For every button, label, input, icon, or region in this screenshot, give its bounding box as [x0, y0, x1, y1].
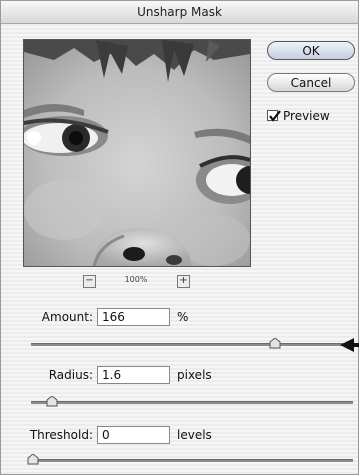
radius-unit: pixels — [177, 368, 212, 382]
plus-icon: + — [179, 275, 188, 286]
checkmark-icon — [269, 110, 281, 122]
radius-slider-thumb[interactable] — [46, 396, 58, 407]
preview-image[interactable] — [23, 39, 251, 267]
ok-button[interactable]: OK — [267, 41, 355, 60]
zoom-in-button[interactable]: + — [177, 275, 190, 288]
amount-unit: % — [177, 310, 189, 324]
unsharp-mask-dialog: Unsharp Mask − 100% + OK Cancel Preview … — [0, 0, 359, 475]
amount-label: Amount: — [41, 310, 93, 324]
radius-field[interactable]: 1.6 — [97, 366, 170, 384]
dialog-title: Unsharp Mask — [1, 1, 358, 24]
zoom-level: 100% — [124, 275, 148, 284]
amount-field[interactable]: 166 — [97, 308, 170, 326]
threshold-field[interactable]: 0 — [97, 426, 170, 444]
threshold-slider-thumb[interactable] — [27, 454, 39, 465]
amount-slider-track[interactable] — [31, 343, 353, 346]
amount-slider-thumb[interactable] — [269, 338, 281, 349]
preview-checkbox[interactable] — [267, 110, 281, 122]
threshold-label: Threshold: — [29, 428, 93, 442]
face-closeup-image — [24, 40, 250, 266]
cancel-button[interactable]: Cancel — [267, 73, 355, 92]
radius-label: Radius: — [48, 368, 93, 382]
zoom-out-button[interactable]: − — [83, 275, 96, 288]
threshold-unit: levels — [177, 428, 212, 442]
radius-slider-track[interactable] — [31, 401, 353, 404]
threshold-slider-track[interactable] — [31, 459, 353, 462]
callout-arrow-icon — [340, 338, 359, 352]
minus-icon: − — [85, 275, 94, 286]
zoom-controls: − 100% + — [1, 274, 271, 288]
preview-checkbox-label: Preview — [283, 109, 330, 123]
